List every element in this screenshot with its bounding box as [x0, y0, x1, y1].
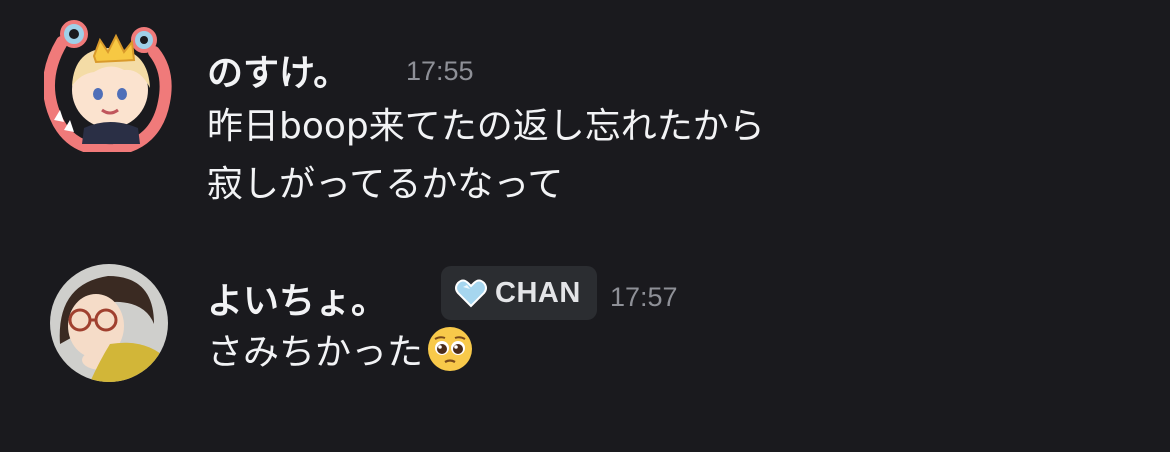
timestamp: 17:57 [610, 282, 678, 312]
username[interactable]: のすけ。 [207, 44, 349, 96]
avatar-glasses-character-icon [50, 264, 168, 382]
pleading-face-icon [428, 327, 473, 371]
message-line: 寂しがってるかなって [207, 164, 564, 205]
message-line: さみちかった [207, 332, 424, 373]
guild-tag-badge[interactable]: CHAN [441, 266, 597, 320]
guild-tag-label: CHAN [495, 276, 581, 309]
message-content: さみちかった [207, 324, 475, 382]
avatar-crown-character-icon [44, 20, 172, 152]
avatar[interactable] [50, 264, 168, 382]
avatar[interactable] [44, 20, 172, 152]
message-line: 昨日boop来てたの返し忘れたから [207, 106, 765, 147]
username[interactable]: よいちょ。 [207, 272, 387, 324]
diamond-heart-icon [455, 279, 487, 308]
message-content: 昨日boop来てたの返し忘れたから 寂しがってるかなって [207, 98, 765, 214]
timestamp: 17:55 [406, 56, 474, 86]
chat-log: のすけ。 17:55 昨日boop来てたの返し忘れたから 寂しがってるかなって [0, 0, 1170, 452]
